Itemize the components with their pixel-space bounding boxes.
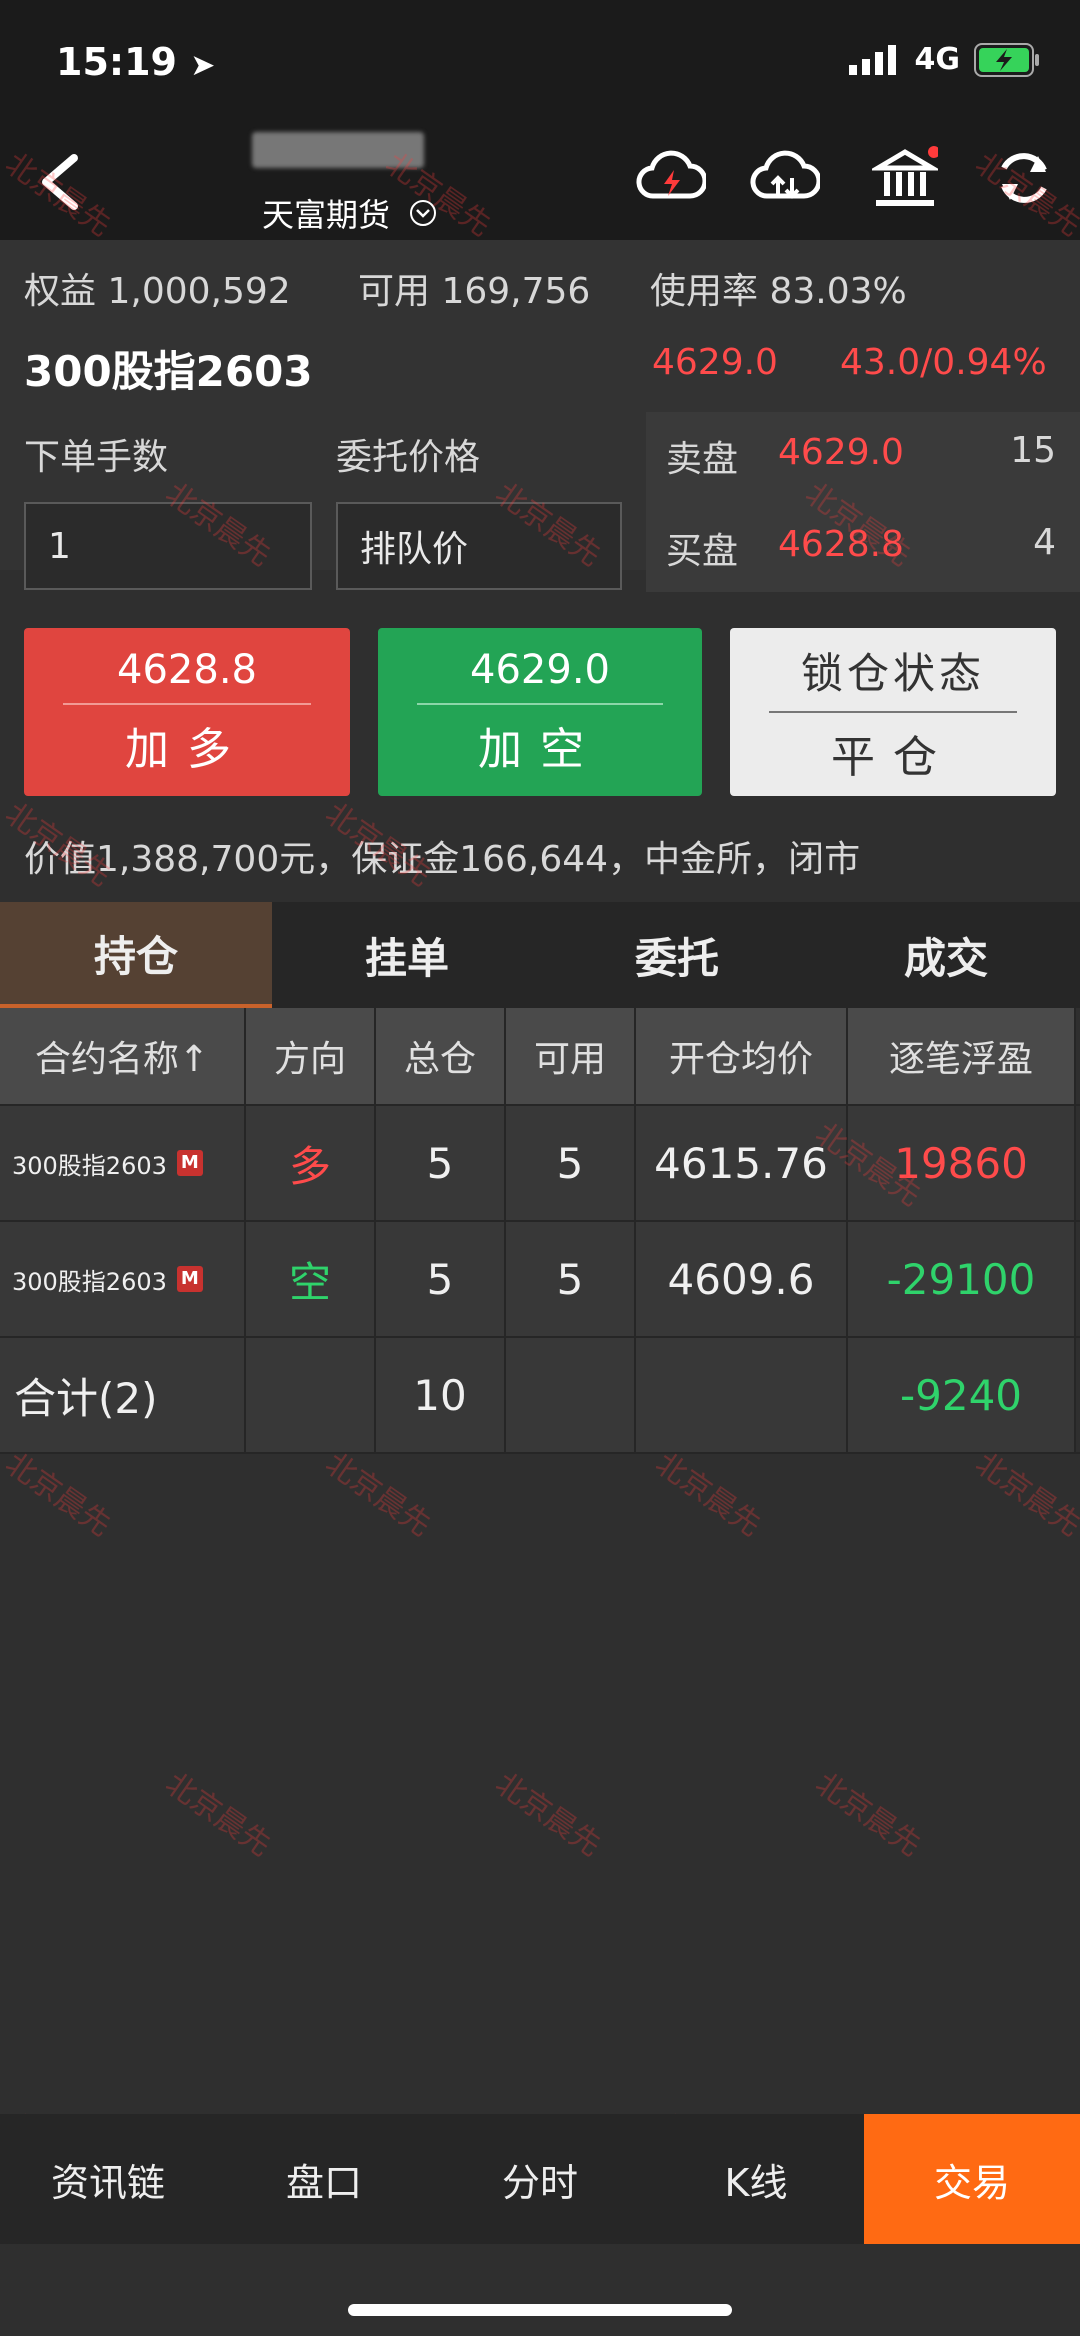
main-contract-badge: M (176, 1266, 203, 1292)
buy-button-divider (63, 703, 311, 705)
watermark-text: 北京晨先 (648, 1446, 768, 1544)
buy-open-button[interactable]: 4628.8 加多 (24, 628, 350, 796)
last-price: 4629.0 (652, 342, 778, 383)
main-contract-badge: M (176, 1150, 203, 1176)
nav-trade[interactable]: 交易 (864, 2114, 1080, 2244)
sell-open-button[interactable]: 4629.0 加空 (378, 628, 702, 796)
watermark-text: 北京晨先 (158, 1766, 278, 1864)
ask-qty: 15 (1010, 430, 1056, 471)
battery-charging-icon (974, 42, 1039, 77)
status-time: 15:19 ➤ (56, 40, 215, 84)
position-tabs: 持仓 挂单 委托 成交 (0, 902, 1080, 1008)
row-available: 5 (506, 1222, 636, 1336)
sell-price: 4629.0 (470, 647, 610, 693)
summary-price-empty (636, 1338, 848, 1452)
header-available[interactable]: 可用 (506, 1008, 636, 1104)
table-row[interactable]: 300股指2603 M 多 5 5 4615.76 19860 (0, 1106, 1080, 1220)
row-avg-price: 4615.76 (636, 1106, 848, 1220)
watermark-text: 北京晨先 (968, 1446, 1080, 1544)
status-time-text: 15:19 (56, 40, 177, 84)
header-contract[interactable]: 合约名称↑ (0, 1008, 246, 1104)
header-avg-price[interactable]: 开仓均价 (636, 1008, 848, 1104)
row-contract-name: 300股指2603 (12, 1151, 167, 1180)
header-pnl[interactable]: 逐笔浮盈 (848, 1008, 1076, 1104)
status-indicators: 4G (848, 42, 1041, 77)
contract-info-line: 价值1,388,700元，保证金166,644，中金所，闭市 (24, 839, 861, 880)
available-label: 可用 (358, 271, 431, 312)
buy-label: 加多 (125, 724, 249, 775)
header-total[interactable]: 总仓 (376, 1008, 506, 1104)
close-label: 平仓 (831, 731, 955, 783)
row-contract: 300股指2603 M (0, 1222, 246, 1336)
tab-trades[interactable]: 成交 (812, 902, 1080, 1008)
broker-name-text: 天富期货 (262, 196, 391, 234)
tab-orders[interactable]: 委托 (542, 902, 812, 1008)
summary-direction-empty (246, 1338, 376, 1452)
nav-intraday[interactable]: 分时 (432, 2114, 648, 2244)
home-indicator[interactable] (348, 2304, 732, 2316)
summary-pnl: -9240 (848, 1338, 1076, 1452)
network-label: 4G (914, 42, 961, 77)
close-button-divider (769, 710, 1017, 713)
cloud-lightning-icon[interactable] (636, 148, 706, 208)
watermark-text: 北京晨先 (808, 1766, 928, 1864)
summary-available-empty (506, 1338, 636, 1452)
order-qty-value: 1 (48, 525, 71, 567)
lock-status-label: 锁仓状态 (800, 648, 985, 698)
row-divider (0, 1452, 1080, 1454)
table-header: 合约名称↑ 方向 总仓 可用 开仓均价 逐笔浮盈 (0, 1008, 1080, 1104)
ask-price[interactable]: 4629.0 (778, 432, 904, 473)
summary-label: 合计(2) (0, 1338, 246, 1452)
row-direction: 空 (246, 1222, 376, 1336)
bottom-nav: 资讯链 盘口 分时 K线 交易 (0, 2114, 1080, 2244)
row-avg-price: 4609.6 (636, 1222, 848, 1336)
row-direction: 多 (246, 1106, 376, 1220)
header-direction[interactable]: 方向 (246, 1008, 376, 1104)
signal-icon (848, 44, 896, 75)
ask-label: 卖盘 (666, 439, 739, 480)
cloud-sync-icon[interactable] (750, 148, 820, 208)
price-change: 43.0/0.94% (840, 342, 1047, 383)
row-total: 5 (376, 1106, 506, 1220)
row-pnl: -29100 (848, 1222, 1076, 1336)
tab-pending-orders[interactable]: 挂单 (272, 902, 542, 1008)
equity-summary: 权益 1,000,592 (24, 262, 291, 314)
sell-button-divider (416, 703, 664, 705)
order-price-label: 委托价格 (336, 437, 481, 478)
summary-row: 合计(2) 10 -9240 (0, 1338, 1080, 1452)
nav-orderbook[interactable]: 盘口 (216, 2114, 432, 2244)
equity-value: 1,000,592 (107, 271, 291, 312)
watermark-text: 北京晨先 (488, 1766, 608, 1864)
bank-icon[interactable] (872, 146, 938, 210)
order-qty-label: 下单手数 (24, 437, 169, 478)
bid-label: 买盘 (666, 531, 739, 572)
bid-qty: 4 (1033, 522, 1056, 563)
equity-label: 权益 (24, 271, 97, 312)
row-total: 5 (376, 1222, 506, 1336)
usage-summary: 使用率 83.03% (650, 262, 907, 314)
instrument-name[interactable]: 300股指2603 (24, 338, 313, 399)
watermark-text: 北京晨先 (0, 1446, 118, 1544)
usage-value: 83.03% (769, 271, 907, 312)
close-position-button[interactable]: 锁仓状态 平仓 (730, 628, 1056, 796)
location-arrow-icon: ➤ (190, 48, 216, 83)
row-contract-name: 300股指2603 (12, 1267, 167, 1296)
sell-label: 加空 (478, 724, 602, 775)
available-summary: 可用 169,756 (358, 262, 590, 314)
usage-label: 使用率 (650, 271, 759, 312)
buy-price: 4628.8 (117, 647, 257, 693)
table-row[interactable]: 300股指2603 M 空 5 5 4609.6 -29100 (0, 1222, 1080, 1336)
nav-news[interactable]: 资讯链 (0, 2114, 216, 2244)
available-value: 169,756 (441, 271, 591, 312)
row-contract: 300股指2603 M (0, 1106, 246, 1220)
tab-positions[interactable]: 持仓 (0, 902, 272, 1008)
row-available: 5 (506, 1106, 636, 1220)
watermark-text: 北京晨先 (318, 1446, 438, 1544)
nav-kline[interactable]: K线 (648, 2114, 864, 2244)
order-price-value: 排队价 (360, 529, 469, 570)
summary-total: 10 (376, 1338, 506, 1452)
